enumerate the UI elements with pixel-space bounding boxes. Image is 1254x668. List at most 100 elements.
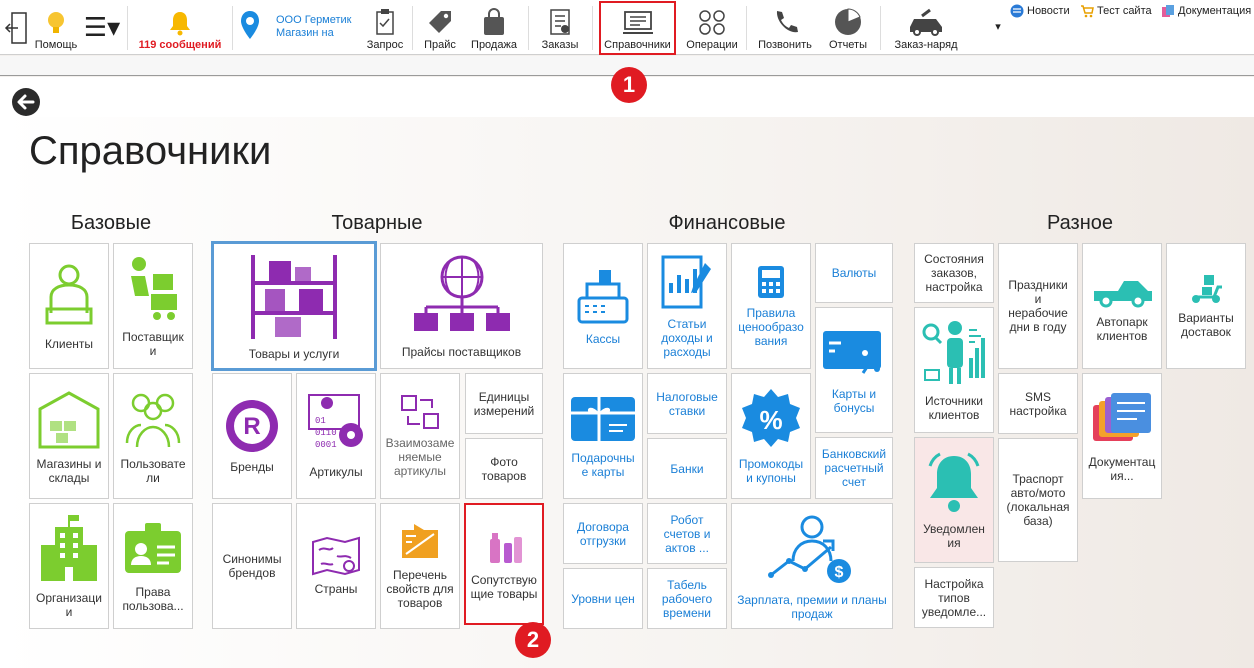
menu-button[interactable]: ☰▾ (82, 2, 122, 53)
tile-label: Сопутствую щие товары (470, 573, 538, 601)
tile-label: Синонимы брендов (222, 552, 282, 580)
tile-countries[interactable]: Страны (296, 503, 376, 629)
exit-icon (4, 12, 27, 44)
tile-goods-services[interactable]: Товары и услуги (211, 241, 377, 371)
bottles-icon (490, 533, 522, 563)
tile-label: Бренды (230, 460, 274, 474)
tile-timesheet[interactable]: Табель рабочего времени (647, 568, 727, 629)
registered-mark-icon: R (226, 400, 278, 452)
store-name: Магазин на (276, 26, 334, 39)
tile-gift-cards[interactable]: Подарочны е карты (563, 373, 643, 499)
tile-shipping-contracts[interactable]: Договора отгрузки (563, 503, 643, 564)
tile-label: Пользовате ли (120, 457, 186, 485)
tile-income-expense[interactable]: Статьи доходы и расходы (647, 243, 727, 369)
exit-button[interactable] (2, 2, 32, 53)
tile-currencies[interactable]: Валюты (815, 243, 893, 303)
news-link[interactable]: Новости (1010, 4, 1070, 18)
reports-button[interactable]: Отчеты (822, 2, 874, 53)
tile-salary[interactable]: $ Зарплата, премии и планы продаж (731, 503, 893, 629)
tile-cashboxes[interactable]: Кассы (563, 243, 643, 369)
tile-holidays[interactable]: Праздники и нерабочие дни в году (998, 243, 1078, 369)
tile-related-goods[interactable]: Сопутствую щие товары (464, 503, 544, 625)
map-pin-icon (241, 10, 259, 39)
tile-label: Уведомлен ия (923, 522, 985, 550)
tile-delivery-options[interactable]: Варианты доставок (1166, 243, 1246, 369)
tile-client-sources[interactable]: Источники клиентов (914, 307, 994, 433)
clipboard-icon (376, 9, 394, 35)
sale-label: Продажа (471, 39, 517, 51)
group-finance-heading: Финансовые (668, 212, 786, 234)
documentation-link[interactable]: Документация (1161, 4, 1251, 18)
page-title: Справочники (29, 129, 272, 173)
tile-invoice-robot[interactable]: Робот счетов и актов ... (647, 503, 727, 564)
tile-bank-account[interactable]: Банковский расчетный счет (815, 437, 893, 499)
work-order-button[interactable]: Заказ-наряд (886, 2, 966, 53)
request-button[interactable]: Запрос (364, 2, 406, 53)
test-site-link[interactable]: Тест сайта (1080, 4, 1152, 18)
tile-organizations[interactable]: Организаци и (29, 503, 109, 629)
tile-label: Кассы (585, 332, 621, 346)
svg-text:$: $ (835, 564, 844, 581)
tile-label: Варианты доставок (1178, 311, 1234, 339)
office-building-icon (41, 515, 97, 581)
tile-notification-types[interactable]: Настройка типов уведомле... (914, 567, 994, 628)
docs-icon (1162, 5, 1174, 17)
tile-documentation[interactable]: Документац ия... (1082, 373, 1162, 499)
messages-button[interactable]: 119 сообщений (132, 2, 228, 53)
tile-brand-synonyms[interactable]: Синонимы брендов (212, 503, 292, 629)
sale-button[interactable]: Продажа (468, 2, 520, 53)
tile-permissions[interactable]: Права пользова... (113, 503, 193, 629)
tile-banks[interactable]: Банки (647, 438, 727, 499)
company-name: ООО Герметик (276, 13, 352, 26)
cart-icon (1081, 5, 1094, 18)
tile-label: Организаци и (36, 591, 102, 619)
tile-supplier-prices[interactable]: Прайсы поставщиков (380, 243, 543, 369)
tile-order-states[interactable]: Состояния заказов, настройка (914, 243, 994, 303)
tile-label: Правила ценообразо вания (738, 306, 804, 348)
svg-text:0110: 0110 (315, 428, 337, 438)
tile-photos[interactable]: Фото товаров (465, 438, 543, 499)
toolbar: Помощь ☰▾ 119 сообщений ООО Герметик Маг… (0, 0, 1254, 55)
orders-button[interactable]: Заказы (536, 2, 584, 53)
more-dropdown[interactable]: ▾ (990, 2, 1006, 53)
back-arrow-icon[interactable] (11, 87, 41, 117)
tile-client-fleet[interactable]: Автопарк клиентов (1082, 243, 1162, 369)
tile-label: Источники клиентов (925, 394, 983, 422)
price-button[interactable]: Прайс (418, 2, 462, 53)
tile-clients[interactable]: Клиенты (29, 243, 109, 369)
tile-promo-codes[interactable]: % Промокоды и купоны (731, 373, 811, 499)
tile-transport-db[interactable]: Траспорт авто/мото (локальная база) (998, 438, 1078, 562)
tile-label: Документац ия... (1088, 455, 1156, 483)
tile-label: Зарплата, премии и планы продаж (737, 593, 887, 621)
tile-cards-bonuses[interactable]: Карты и бонусы (815, 307, 893, 433)
operations-button[interactable]: Операции (684, 2, 740, 53)
blueprint-icon (402, 524, 438, 558)
tile-properties[interactable]: Перечень свойств для товаров (380, 503, 460, 629)
references-button[interactable]: Справочники (599, 1, 676, 55)
pie-chart-icon (835, 8, 861, 35)
tile-interchangeable[interactable]: Взаимозаме няемые артикулы (380, 373, 460, 499)
tile-users[interactable]: Пользовате ли (113, 373, 193, 499)
tile-suppliers[interactable]: Поставщик и (113, 243, 193, 369)
svg-text:01: 01 (315, 416, 326, 426)
tile-tax-rates[interactable]: Налоговые ставки (647, 373, 727, 434)
scooter-icon (1192, 275, 1222, 303)
tile-label: Траспорт авто/мото (локальная база) (1006, 472, 1070, 528)
binary-gears-icon: 01 0110 0001 (308, 394, 363, 450)
tile-notifications[interactable]: Уведомлен ия (914, 437, 994, 563)
tile-articles[interactable]: 01 0110 0001 Артикулы (296, 373, 376, 499)
chevron-down-icon: ▾ (995, 20, 1001, 33)
tile-units[interactable]: Единицы измерений (465, 373, 543, 434)
tile-price-levels[interactable]: Уровни цен (563, 568, 643, 629)
company-selector[interactable]: ООО Герметик Магазин на (238, 2, 368, 53)
tile-sms-settings[interactable]: SMS настройка (998, 373, 1078, 434)
help-button[interactable]: Помощь (34, 2, 78, 53)
tile-stores[interactable]: Магазины и склады (29, 373, 109, 499)
discount-card-icon (823, 331, 881, 374)
tile-brands[interactable]: R Бренды (212, 373, 292, 499)
tile-pricing-rules[interactable]: Правила ценообразо вания (731, 243, 811, 369)
tile-label: Страны (314, 582, 358, 596)
call-button[interactable]: Позвонить (754, 2, 816, 53)
tile-label: Прайсы поставщиков (401, 345, 522, 359)
tile-label: Перечень свойств для товаров (386, 568, 454, 610)
